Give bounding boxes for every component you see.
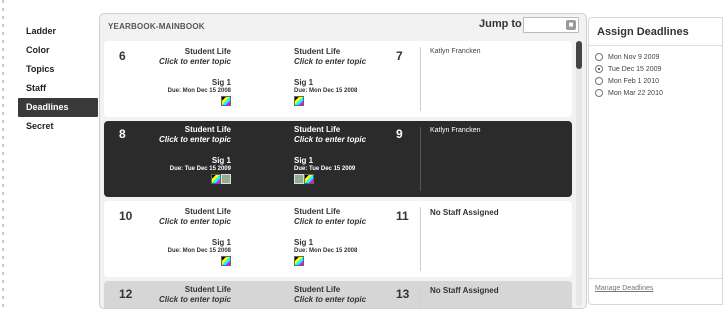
vertical-scrollbar[interactable] [576,41,582,306]
right-page-block: Student Life Click to enter topic Sig 1 … [294,125,404,190]
due-date: Due: Mon Dec 15 2008 [167,248,231,254]
decorative-stitch-border [0,0,6,311]
left-nav: Ladder Color Topics Staff Deadlines Secr… [18,22,98,136]
right-page-block: Student Life Click to enter topic Sig 1 … [294,47,404,112]
section-label: Student Life [294,47,341,56]
nav-item-staff[interactable]: Staff [18,79,98,98]
section-label: Student Life [184,125,231,134]
staff-assignment[interactable]: No Staff Assigned [430,286,499,295]
page-thumbnail[interactable] [294,174,304,184]
due-date: Due: Mon Dec 15 2008 [294,88,358,94]
deadline-option-selected[interactable]: Tue Dec 15 2009 [595,63,722,75]
assign-deadlines-title: Assign Deadlines [589,18,722,46]
signature-label: Sig 1 [211,238,231,247]
page-thumbnail[interactable] [211,174,221,184]
signature-label: Sig 1 [294,156,314,165]
due-date: Due: Tue Dec 15 2009 [169,166,231,172]
page-thumbnail[interactable] [294,256,304,266]
radio-button[interactable] [595,53,603,61]
page-number: 9 [396,127,403,141]
jump-to-label: Jump to [479,18,522,30]
spread-row-selected[interactable]: 8 Student Life Click to enter topic Sig … [104,121,572,197]
nav-item-ladder[interactable]: Ladder [18,22,98,41]
spread-row[interactable]: 6 Student Life Click to enter topic Sig … [104,41,572,117]
section-label: Student Life [294,285,341,294]
column-divider [420,47,421,111]
page-number: 11 [396,209,409,223]
staff-assignment[interactable]: Katlyn Francken [430,48,481,55]
manage-deadlines-link[interactable]: Manage Deadlines [595,285,653,292]
staff-assignment[interactable]: No Staff Assigned [430,208,499,217]
right-page-block: Student Life Click to enter topic [294,285,404,304]
spread-row[interactable]: 10 Student Life Click to enter topic Sig… [104,201,572,277]
section-label: Student Life [294,125,341,134]
due-date: Due: Mon Dec 15 2008 [167,88,231,94]
staff-assignment[interactable]: Katlyn Francken [430,127,481,134]
ladder-panel: YEARBOOK-MAINBOOK Jump to ■ 6 Student Li… [99,13,587,309]
nav-item-color[interactable]: Color [18,41,98,60]
section-label: Student Life [184,285,231,294]
page-number: 7 [396,49,403,63]
page-thumbnail[interactable] [304,174,314,184]
topic-field[interactable]: Click to enter topic [294,57,404,66]
scrollbar-thumb[interactable] [576,41,582,69]
nav-item-secret[interactable]: Secret [18,117,98,136]
spread-row[interactable]: 12 Student Life Click to enter topic Stu… [104,281,572,308]
topic-field[interactable]: Click to enter topic [294,217,404,226]
deadline-options: Mon Nov 9 2009 Tue Dec 15 2009 Mon Feb 1… [589,51,722,99]
page-thumbnail[interactable] [221,256,231,266]
due-date: Due: Mon Dec 15 2008 [294,248,358,254]
section-label: Student Life [294,207,341,216]
topic-field[interactable]: Click to enter topic [294,135,404,144]
nav-item-topics[interactable]: Topics [18,60,98,79]
section-label: Student Life [184,47,231,56]
column-divider [420,127,421,191]
ladder-header: YEARBOOK-MAINBOOK Jump to ■ [100,14,586,38]
radio-button-selected[interactable] [595,65,603,73]
page-thumbnail[interactable] [221,96,231,106]
left-page-block: Student Life Click to enter topic Sig 1 … [121,47,231,112]
topic-field[interactable]: Click to enter topic [294,295,404,304]
page-number: 13 [396,287,410,301]
topic-field[interactable]: Click to enter topic [121,135,231,144]
topic-field[interactable]: Click to enter topic [121,57,231,66]
signature-label: Sig 1 [211,78,231,87]
deadline-option-label: Mon Mar 22 2010 [608,89,663,97]
column-divider [420,207,421,271]
left-page-block: Student Life Click to enter topic [121,285,231,304]
radio-button[interactable] [595,77,603,85]
due-date: Due: Tue Dec 15 2009 [294,166,356,172]
assign-deadlines-panel: Assign Deadlines Mon Nov 9 2009 Tue Dec … [588,17,723,305]
deadline-option[interactable]: Mon Mar 22 2010 [595,87,722,99]
topic-field[interactable]: Click to enter topic [121,295,231,304]
jump-go-icon[interactable]: ■ [566,20,576,30]
radio-button[interactable] [595,89,603,97]
deadline-option[interactable]: Mon Nov 9 2009 [595,51,722,63]
signature-label: Sig 1 [211,156,231,165]
signature-label: Sig 1 [294,78,314,87]
deadline-option[interactable]: Mon Feb 1 2010 [595,75,722,87]
topic-field[interactable]: Click to enter topic [121,217,231,226]
page-thumbnail[interactable] [294,96,304,106]
book-title: YEARBOOK-MAINBOOK [108,22,205,31]
signature-label: Sig 1 [294,238,314,247]
left-page-block: Student Life Click to enter topic Sig 1 … [121,125,231,190]
column-divider [420,285,421,308]
nav-item-deadlines[interactable]: Deadlines [18,98,98,117]
page-thumbnail[interactable] [221,174,231,184]
left-page-block: Student Life Click to enter topic Sig 1 … [121,207,231,272]
section-label: Student Life [184,207,231,216]
deadline-option-label: Tue Dec 15 2009 [608,65,662,73]
deadline-option-label: Mon Nov 9 2009 [608,53,660,61]
panel-divider [589,278,722,279]
right-page-block: Student Life Click to enter topic Sig 1 … [294,207,404,272]
deadline-option-label: Mon Feb 1 2010 [608,77,659,85]
